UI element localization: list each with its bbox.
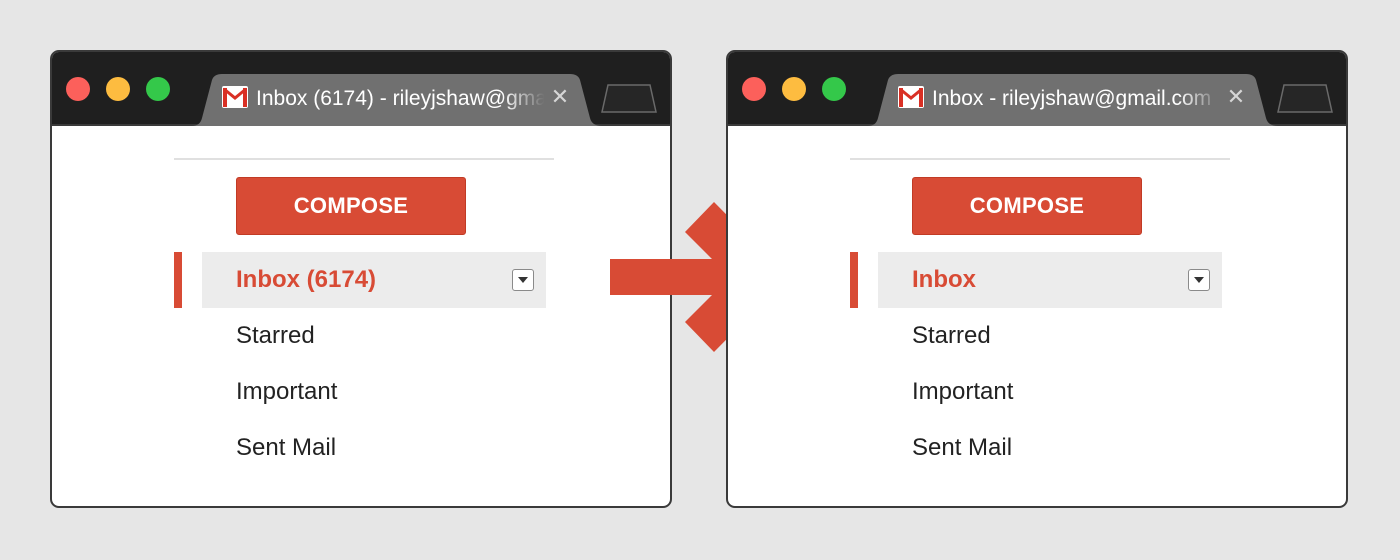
browser-window-after: Inbox - rileyjshaw@gmail.com ✕ COMPOSE I…	[726, 50, 1348, 508]
nav-item-starred[interactable]: Starred	[912, 308, 991, 364]
nav-item-inbox[interactable]: Inbox (6174)	[236, 252, 376, 308]
close-icon[interactable]: ✕	[1224, 85, 1248, 109]
active-indicator	[174, 252, 182, 308]
close-window-button[interactable]	[742, 77, 766, 101]
gmail-icon	[898, 86, 924, 108]
compose-button[interactable]: COMPOSE	[236, 177, 466, 235]
active-indicator	[850, 252, 858, 308]
compose-button[interactable]: COMPOSE	[912, 177, 1142, 235]
zoom-window-button[interactable]	[822, 77, 846, 101]
chevron-down-icon[interactable]	[512, 269, 534, 291]
gmail-icon	[222, 86, 248, 108]
title-bar: Inbox - rileyjshaw@gmail.com ✕	[728, 52, 1346, 126]
divider	[850, 158, 1230, 160]
nav-item-sent-mail[interactable]: Sent Mail	[236, 420, 336, 476]
new-tab-button[interactable]	[1274, 82, 1336, 114]
zoom-window-button[interactable]	[146, 77, 170, 101]
nav-item-important[interactable]: Important	[912, 364, 1013, 420]
nav-item-sent-mail[interactable]: Sent Mail	[912, 420, 1012, 476]
close-icon[interactable]: ✕	[548, 85, 572, 109]
close-window-button[interactable]	[66, 77, 90, 101]
browser-window-before: Inbox (6174) - rileyjshaw@gmail.com ✕ CO…	[50, 50, 672, 508]
minimize-window-button[interactable]	[106, 77, 130, 101]
chevron-down-icon[interactable]	[1188, 269, 1210, 291]
nav-item-starred[interactable]: Starred	[236, 308, 315, 364]
nav-item-important[interactable]: Important	[236, 364, 337, 420]
nav-item-inbox[interactable]: Inbox	[912, 252, 976, 308]
minimize-window-button[interactable]	[782, 77, 806, 101]
new-tab-button[interactable]	[598, 82, 660, 114]
browser-tab[interactable]: Inbox - rileyjshaw@gmail.com ✕	[868, 74, 1278, 126]
title-bar: Inbox (6174) - rileyjshaw@gmail.com ✕	[52, 52, 670, 126]
browser-tab[interactable]: Inbox (6174) - rileyjshaw@gmail.com ✕	[192, 74, 602, 126]
divider	[174, 158, 554, 160]
